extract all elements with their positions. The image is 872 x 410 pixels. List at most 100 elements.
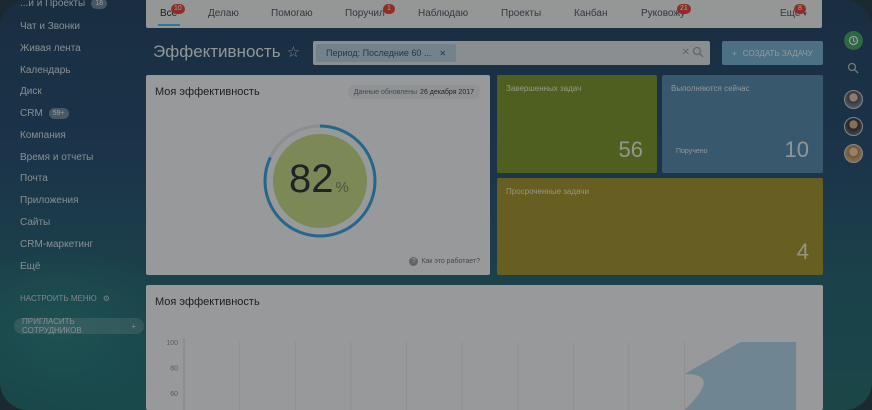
tab-assigned[interactable]: Поручил 1 (345, 4, 395, 19)
tab-kanban[interactable]: Канбан (574, 8, 608, 19)
invite-employees-label: ПРИГЛАСИТЬ СОТРУДНИКОВ (22, 317, 82, 335)
app-window: ...и и Проекты 18 Чат и Звонки Живая лен… (0, 0, 872, 410)
tab-label: Делаю (208, 8, 239, 19)
sidebar-item-more[interactable]: Ещё (20, 261, 40, 272)
sidebar-item-label: CRM (20, 108, 43, 119)
sidebar-item-disk[interactable]: Диск (20, 86, 42, 97)
create-task-button[interactable]: + СОЗДАТЬ ЗАДАЧУ (722, 41, 823, 65)
efficiency-card: Моя эффективность Данные обновлены 26 де… (146, 75, 490, 275)
data-updated-date: 26 декабря 2017 (420, 88, 474, 96)
filter-period-chip[interactable]: Период: Последние 60 ... ✕ (316, 44, 457, 62)
filter-search-bar[interactable]: Период: Последние 60 ... ✕ ✕ (313, 41, 710, 65)
tab-projects[interactable]: Проекты (501, 8, 541, 19)
sidebar-counter-badge: 18 (91, 0, 107, 9)
tab-label: Проекты (501, 8, 542, 19)
gear-icon: ⚙ (102, 294, 110, 303)
sidebar-item-calendar[interactable]: Календарь (20, 65, 70, 76)
tab-watching[interactable]: Наблюдаю (418, 8, 468, 19)
avatar[interactable] (844, 90, 863, 109)
efficiency-value: 82 % (289, 157, 349, 202)
sidebar-item-sites[interactable]: Сайты (20, 217, 50, 228)
data-updated-chip: Данные обновлены 26 декабря 2017 (347, 85, 480, 99)
avatar[interactable] (844, 144, 863, 163)
page-title: Эффективность (153, 42, 281, 61)
search-icon[interactable] (692, 46, 704, 58)
tab-all[interactable]: Все 10 (160, 4, 185, 19)
tab-counter-badge: 1 (383, 4, 395, 14)
tile-value: 56 (618, 137, 643, 162)
sidebar-item-label: Время и отчеты (20, 152, 94, 163)
avatar[interactable] (844, 117, 863, 136)
how-it-works-link[interactable]: ? Как это работает? (409, 257, 480, 266)
tile-label: Выполняются сейчас (671, 84, 750, 93)
left-sidebar: ...и и Проекты 18 Чат и Звонки Живая лен… (0, 0, 144, 410)
tile-sublabel: Поручено (676, 148, 708, 155)
chart-area-series (684, 342, 796, 410)
sidebar-item-label: Ещё (20, 261, 41, 272)
chart-y-tick-label: 100 (166, 340, 178, 347)
sidebar-item-mail[interactable]: Почта (20, 173, 48, 184)
sidebar-counter-badge: 59+ (48, 108, 69, 119)
chart-y-tick-label: 80 (170, 366, 178, 373)
search-icon[interactable] (847, 62, 859, 74)
sidebar-item-label: Сайты (20, 217, 51, 228)
filter-chip-label: Период: Последние 60 ... (326, 48, 432, 58)
create-task-label: СОЗДАТЬ ЗАДАЧУ (742, 48, 813, 58)
completed-tasks-tile[interactable]: Завершенных задач 56 (497, 75, 657, 173)
tasks-tab-bar: Все 10 Делаю Помогаю Поручил 1 Наблюдаю … (146, 0, 822, 28)
sidebar-item-label: ...и и Проекты (20, 0, 86, 9)
tab-label: Поручил (345, 8, 385, 19)
configure-menu-link[interactable]: НАСТРОИТЬ МЕНЮ ⚙ (20, 294, 110, 303)
tab-counter-badge: 10 (171, 4, 185, 14)
tile-label: Просроченные задачи (506, 187, 589, 196)
efficiency-percent: 82 (289, 157, 334, 201)
page-title-row: Эффективность ☆ (153, 42, 300, 62)
configure-menu-label: НАСТРОИТЬ МЕНЮ (20, 294, 97, 303)
data-updated-label: Данные обновлены (353, 88, 418, 96)
plus-icon: + (131, 321, 136, 331)
tile-label: Завершенных задач (506, 84, 582, 93)
sidebar-item-apps[interactable]: Приложения (20, 195, 79, 206)
sidebar-item-label: CRM-маркетинг (20, 239, 94, 250)
tab-helping[interactable]: Помогаю (271, 8, 313, 19)
sidebar-item-crm[interactable]: CRM 59+ (20, 108, 69, 119)
tab-counter-badge: 21 (677, 4, 691, 14)
sidebar-item-label: Календарь (20, 65, 71, 76)
plus-icon: + (732, 48, 737, 58)
sidebar-item-time-reports[interactable]: Время и отчеты (20, 152, 93, 163)
sidebar-item-feed[interactable]: Живая лента (20, 43, 81, 54)
tab-counter-badge: 8 (794, 4, 806, 14)
timeman-icon[interactable] (844, 31, 863, 50)
efficiency-unit: % (335, 179, 349, 196)
clear-filter-icon[interactable]: ✕ (682, 47, 690, 58)
invite-employees-button[interactable]: ПРИГЛАСИТЬ СОТРУДНИКОВ + (14, 317, 144, 335)
sidebar-item-label: Приложения (20, 195, 79, 206)
close-icon[interactable]: ✕ (439, 49, 446, 58)
tab-label: Помогаю (271, 8, 313, 19)
sidebar-item-tasks[interactable]: ...и и Проекты 18 (20, 0, 107, 9)
active-tab-indicator (158, 24, 180, 26)
tab-more[interactable]: Ещё ▾ 8 (780, 4, 807, 19)
efficiency-card-title: Моя эффективность (155, 86, 260, 98)
star-icon[interactable]: ☆ (287, 43, 300, 61)
sidebar-item-label: Компания (20, 130, 66, 141)
sidebar-item-label: Почта (20, 173, 48, 184)
tab-managing[interactable]: Руковожу 21 (641, 4, 691, 19)
tab-doing[interactable]: Делаю (208, 8, 239, 19)
sidebar-item-company[interactable]: Компания (20, 130, 66, 141)
chart-y-tick-label: 60 (170, 391, 178, 398)
right-rail (836, 0, 872, 410)
question-icon: ? (409, 257, 419, 266)
tile-value: 10 (784, 137, 809, 162)
sidebar-item-label: Чат и Звонки (20, 21, 81, 32)
sidebar-item-label: Диск (20, 86, 42, 97)
tab-label: Наблюдаю (418, 8, 469, 19)
how-it-works-label: Как это работает? (421, 258, 480, 265)
sidebar-item-chat[interactable]: Чат и Звонки (20, 21, 80, 32)
sidebar-item-crm-marketing[interactable]: CRM-маркетинг (20, 239, 93, 250)
tab-label: Канбан (574, 8, 608, 19)
efficiency-chart: 100 80 60 (166, 338, 797, 410)
overdue-tasks-tile[interactable]: Просроченные задачи 4 (497, 178, 823, 275)
sidebar-item-label: Живая лента (20, 43, 81, 54)
in-progress-tasks-tile[interactable]: Выполняются сейчас Поручено 10 (662, 75, 823, 173)
